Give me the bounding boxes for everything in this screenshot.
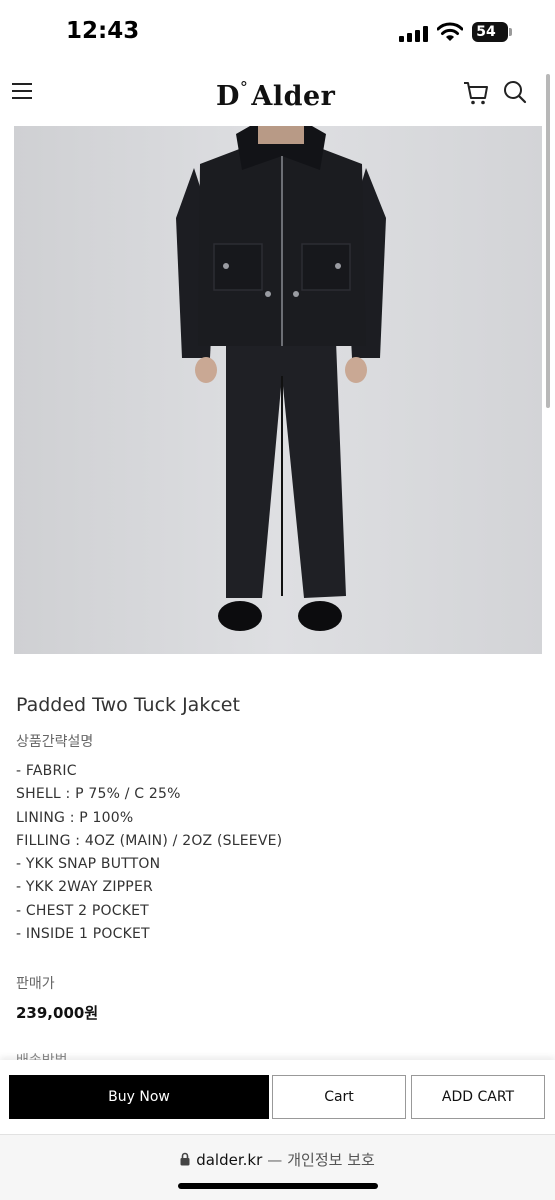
menu-icon[interactable] xyxy=(12,83,32,99)
home-indicator[interactable] xyxy=(178,1183,378,1189)
url-display[interactable]: dalder.kr — 개인정보 보호 xyxy=(0,1149,555,1170)
status-bar: 12:43 54 xyxy=(0,0,555,66)
site-header: D° Alder xyxy=(0,66,555,126)
logo-mark: D xyxy=(216,81,240,112)
spec-line: - CHEST 2 POCKET xyxy=(16,902,149,919)
search-icon[interactable] xyxy=(503,80,527,104)
product-image[interactable] xyxy=(14,126,542,654)
spec-line: - INSIDE 1 POCKET xyxy=(16,926,150,943)
spec-line: FILLING : 4OZ (MAIN) / 2OZ (SLEEVE) xyxy=(16,832,283,849)
url-separator: — xyxy=(267,1151,283,1169)
scrollbar-thumb[interactable] xyxy=(546,74,550,408)
spec-line: SHELL : P 75% / C 25% xyxy=(16,786,181,803)
product-summary-label: 상품간략설명 xyxy=(16,734,94,750)
spec-line: - YKK SNAP BUTTON xyxy=(16,856,161,873)
battery-level: 54 xyxy=(476,24,496,40)
add-cart-button[interactable]: ADD CART xyxy=(411,1075,545,1119)
spec-line: - YKK 2WAY ZIPPER xyxy=(16,879,153,896)
battery-tip xyxy=(509,28,512,36)
spec-line: - FABRIC xyxy=(16,763,77,779)
logo-degree: ° xyxy=(239,78,249,97)
price-label: 판매가 xyxy=(16,976,55,992)
url-domain: dalder.kr xyxy=(196,1151,263,1169)
price-value: 239,000원 xyxy=(16,1004,99,1022)
cart-icon[interactable] xyxy=(463,80,489,106)
browser-address-bar: dalder.kr — 개인정보 보호 xyxy=(0,1134,555,1200)
wifi-icon xyxy=(437,22,463,41)
privacy-label: 개인정보 보호 xyxy=(287,1151,375,1169)
spec-line: LINING : P 100% xyxy=(16,809,134,826)
product-specs: - FABRIC SHELL : P 75% / C 25% LINING : … xyxy=(16,760,282,946)
logo-text: Alder xyxy=(251,81,336,112)
lock-icon xyxy=(180,1152,190,1166)
status-time: 12:43 xyxy=(66,18,140,44)
product-title: Padded Two Tuck Jakcet xyxy=(16,693,240,716)
buy-now-button[interactable]: Buy Now xyxy=(9,1075,269,1119)
battery-icon: 54 xyxy=(472,22,508,42)
purchase-action-bar: Buy Now Cart ADD CART xyxy=(0,1060,555,1134)
cart-button[interactable]: Cart xyxy=(272,1075,406,1119)
cellular-signal-icon xyxy=(399,26,429,42)
logo[interactable]: D° Alder xyxy=(216,78,335,112)
model-wearing-jacket-illustration xyxy=(176,126,386,631)
